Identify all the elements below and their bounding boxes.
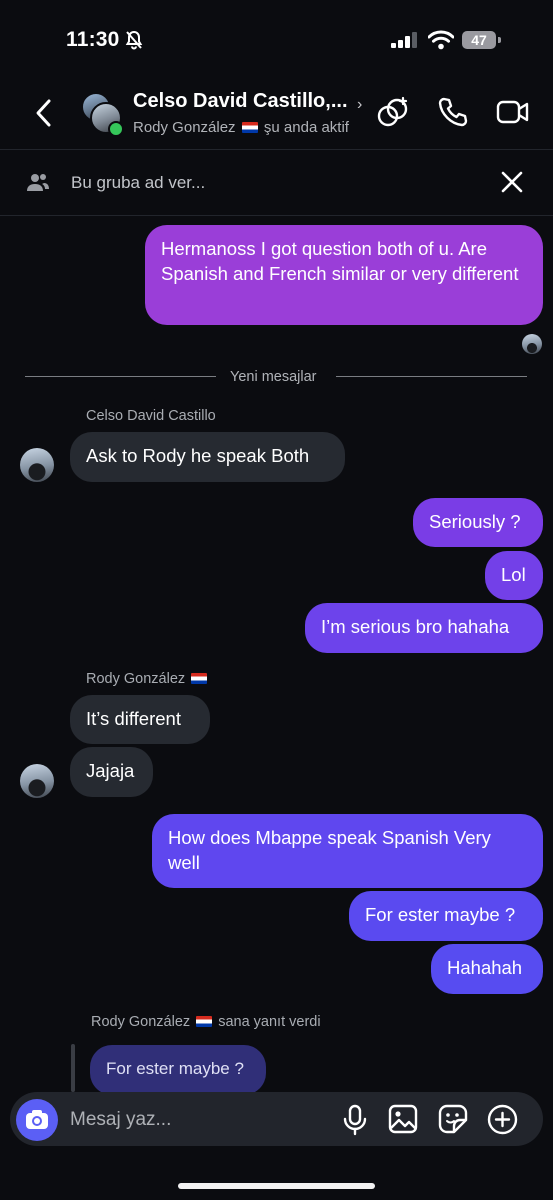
subtitle-name: Rody González	[133, 119, 236, 136]
outgoing-message[interactable]: Lol	[485, 551, 543, 600]
outgoing-message[interactable]: For ester maybe ?	[349, 891, 543, 941]
reply-sender-name: Rody González	[91, 1014, 191, 1030]
avatar[interactable]	[20, 764, 54, 798]
chevron-right-icon[interactable]: ›	[357, 96, 362, 114]
battery-level: 47	[471, 32, 487, 48]
gallery-icon[interactable]	[388, 1104, 418, 1139]
outgoing-message[interactable]: Hermanoss I got question both of u. Are …	[145, 225, 543, 325]
group-name-input[interactable]: Bu gruba ad ver...	[71, 173, 205, 193]
people-icon	[26, 172, 50, 197]
reply-header: Rody González sana yanıt verdi	[91, 1014, 321, 1030]
camera-icon	[26, 1110, 48, 1129]
camera-button[interactable]	[16, 1099, 58, 1141]
back-icon[interactable]	[34, 98, 54, 133]
message-input[interactable]: Mesaj yaz...	[70, 1109, 171, 1131]
reply-label: sana yanıt verdi	[218, 1014, 321, 1030]
phone-icon[interactable]	[437, 96, 469, 133]
outgoing-message[interactable]: How does Mbappe speak Spanish Very well	[152, 814, 543, 888]
online-indicator	[108, 121, 124, 137]
quoted-message[interactable]: For ester maybe ?	[90, 1045, 266, 1095]
close-icon[interactable]	[500, 170, 524, 199]
status-time: 11:30	[66, 28, 120, 51]
wifi-icon	[427, 30, 455, 55]
name-bar-divider	[0, 215, 553, 216]
chat-title[interactable]: Celso David Castillo,...	[133, 90, 348, 113]
paraguay-flag-icon	[241, 122, 258, 133]
subtitle-status: şu anda aktif	[263, 119, 349, 136]
sender-name: Rody González	[86, 671, 209, 687]
sender-name: Celso David Castillo	[86, 408, 216, 424]
bell-muted-icon	[124, 30, 144, 55]
plus-icon[interactable]	[487, 1104, 518, 1140]
outgoing-message[interactable]: Hahahah	[431, 944, 543, 994]
battery-icon: 47	[462, 31, 496, 49]
effects-icon[interactable]	[376, 96, 410, 135]
outgoing-message[interactable]: I’m serious bro hahaha	[305, 603, 543, 653]
header-divider	[0, 149, 553, 150]
avatar[interactable]	[20, 448, 54, 482]
battery-tip	[498, 37, 501, 43]
incoming-message[interactable]: It’s different	[70, 695, 210, 744]
separator-line-left	[25, 376, 216, 377]
signal-icon	[391, 32, 419, 53]
separator-line-right	[336, 376, 527, 377]
reply-indicator-bar	[71, 1044, 75, 1092]
paraguay-flag-icon	[191, 673, 208, 684]
incoming-message[interactable]: Jajaja	[70, 747, 153, 797]
video-call-icon[interactable]	[496, 96, 530, 133]
sticker-icon[interactable]	[438, 1104, 468, 1139]
outgoing-message[interactable]: Seriously ?	[413, 498, 543, 547]
microphone-icon[interactable]	[342, 1104, 368, 1141]
sender-name-text: Rody González	[86, 671, 186, 687]
incoming-message[interactable]: Ask to Rody he speak Both	[70, 432, 345, 482]
chat-subtitle: Rody González şu anda aktif	[133, 119, 349, 136]
paraguay-flag-icon	[196, 1016, 213, 1027]
new-messages-label: Yeni mesajlar	[230, 369, 317, 385]
seen-avatar	[522, 334, 542, 354]
home-indicator	[178, 1183, 375, 1189]
